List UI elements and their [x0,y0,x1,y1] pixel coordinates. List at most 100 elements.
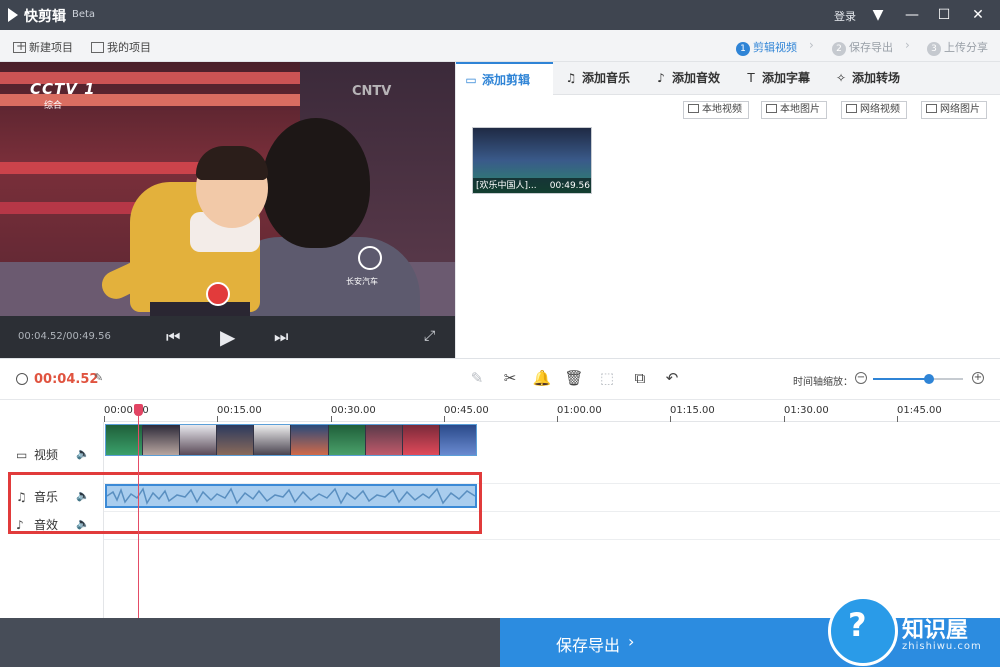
video-preview: CCTV 1 综合 CNTV 长安汽车 00:04.52/00:49.56 ⏮ … [0,62,455,358]
tab-label: 添加音乐 [582,71,631,85]
chevron-right-icon: › [809,38,814,52]
menu-icon[interactable]: ▼ [862,0,894,30]
music-note-icon: ♫ [565,71,577,85]
step-label: 剪辑视频 [753,41,797,54]
channel-logo: CCTV 1 [30,80,96,98]
car-logo-icon [358,246,382,270]
step-number: 1 [736,42,750,56]
crop-icon[interactable]: ⬚ [597,369,617,387]
step-upload-share[interactable]: 3 上传分享 [927,39,988,56]
copy-icon[interactable]: ⧉ [630,369,650,387]
ruler-label: 01:30.00 [784,405,829,416]
online-image-button[interactable]: 网络图片 [921,101,987,119]
zoom-label: 时间轴缩放： [793,377,853,388]
media-title: [欢乐中国人]... [476,181,537,191]
video-clip[interactable] [105,424,477,456]
media-thumbnail[interactable]: [欢乐中国人]... 00:49.56 [472,127,592,194]
tab-label: 添加音效 [672,71,721,85]
new-project-button[interactable]: 新建项目 [13,39,73,55]
watermark-subtitle: zhishiwu.com [902,641,982,652]
source-label: 本地视频 [702,104,742,115]
current-time: 00:04.52 [34,372,99,387]
question-icon: ? [848,606,867,644]
watermark-title: 知识屋 [902,618,969,643]
tab-label: 添加字幕 [762,71,811,85]
video-camera-icon: ▭ [16,448,28,462]
clock-icon [16,373,28,385]
title-bar: 快剪辑 Beta 登录 ▼ — ☐ ✕ [0,0,1000,30]
previous-frame-icon[interactable]: ⏮ [166,326,180,348]
zoom-slider-fill [873,378,929,380]
project-toolbar: 新建项目 我的项目 1剪辑视频 › 2保存导出 › 3上传分享 [0,30,1000,62]
scissors-icon[interactable]: ✂ [500,369,520,387]
app-beta-label: Beta [72,9,96,20]
ruler-label: 01:15.00 [670,405,715,416]
chevron-right-icon: › [905,38,910,52]
undo-icon[interactable]: ↶ [662,369,682,387]
step-label: 保存导出 [849,41,893,54]
playhead-handle[interactable] [134,404,143,416]
timeline-ruler[interactable]: 00:00.00 00:15.00 00:30.00 00:45.00 01:0… [104,400,1000,422]
video-frame[interactable]: CCTV 1 综合 CNTV 长安汽车 [0,62,455,316]
image-file-icon [926,104,937,113]
chevron-right-icon: › [628,632,635,651]
channel-sub-label: 综合 [44,101,63,111]
ruler-label: 00:30.00 [331,405,376,416]
next-frame-icon[interactable]: ⏭ [274,326,288,348]
tab-add-transition[interactable]: ✧ 添加转场 [826,62,914,95]
playhead [138,406,139,618]
step-edit-video[interactable]: 1 剪辑视频 [736,39,797,56]
source-label: 本地图片 [780,104,820,115]
tab-add-music[interactable]: ♫ 添加音乐 [556,62,644,95]
badge-text: 长安汽车 [346,277,378,286]
online-video-button[interactable]: 网络视频 [841,101,907,119]
new-project-label: 新建项目 [29,41,73,54]
minimize-icon[interactable]: — [896,0,928,30]
highlight-box [8,472,482,534]
track-label: 视频 [34,448,59,462]
local-video-button[interactable]: 本地视频 [683,101,749,119]
source-label: 网络视频 [860,104,900,115]
track-name-video: ▭ 视频 [16,446,58,463]
step-save-export[interactable]: 2 保存导出 [832,39,893,56]
zoom-slider[interactable] [873,374,963,384]
text-icon: T [747,71,755,85]
zoom-out-icon[interactable]: − [855,372,867,384]
play-icon[interactable]: ▶ [220,326,235,348]
pencil-icon[interactable]: ✎ [467,369,487,387]
bell-icon[interactable]: 🔔 [532,369,552,387]
tab-label: 添加剪辑 [482,73,531,87]
zoom-slider-handle[interactable] [923,374,934,384]
player-timecode: 00:04.52/00:49.56 [18,331,111,342]
new-project-icon [13,39,26,53]
trash-icon[interactable]: 🗑 [564,369,584,387]
edit-time-icon[interactable]: ✎ [94,371,103,384]
login-link[interactable]: 登录 [834,8,856,24]
player-controls: 00:04.52/00:49.56 ⏮ ▶ ⏭ ⤢ [0,316,455,358]
timeline-toolbar: 00:04.52 ✎ ✎ ✂ 🔔 🗑 ⬚ ⧉ ↶ 时间轴缩放： − + [0,358,1000,400]
tab-add-clip[interactable]: ▭ 添加剪辑 [456,62,553,96]
tab-label: 添加转场 [852,71,901,85]
app-title: 快剪辑 [24,9,66,25]
ruler-label: 00:45.00 [444,405,489,416]
image-file-icon [766,104,777,113]
step-label: 上传分享 [944,41,988,54]
sound-effect-icon: ♪ [657,71,665,85]
app-logo-icon [8,8,18,22]
ruler-label: 01:45.00 [897,405,942,416]
folder-icon [91,42,104,53]
local-image-button[interactable]: 本地图片 [761,101,827,119]
tab-add-subtitle[interactable]: T 添加字幕 [736,62,824,95]
ruler-label: 01:00.00 [557,405,602,416]
tab-add-sound-effect[interactable]: ♪ 添加音效 [646,62,734,95]
zoom-in-icon[interactable]: + [972,372,984,384]
maximize-icon[interactable]: ☐ [928,0,960,30]
speaker-icon[interactable]: 🔈 [76,447,90,460]
fullscreen-icon[interactable]: ⤢ [424,328,435,344]
close-icon[interactable]: ✕ [962,0,994,30]
transition-icon: ✧ [835,71,847,85]
my-projects-label: 我的项目 [107,41,151,54]
my-projects-button[interactable]: 我的项目 [91,39,151,55]
tab-bar: ▭ 添加剪辑 ♫ 添加音乐 ♪ 添加音效 T 添加字幕 ✧ 添加转场 [456,62,1000,96]
video-file-icon [688,104,699,113]
